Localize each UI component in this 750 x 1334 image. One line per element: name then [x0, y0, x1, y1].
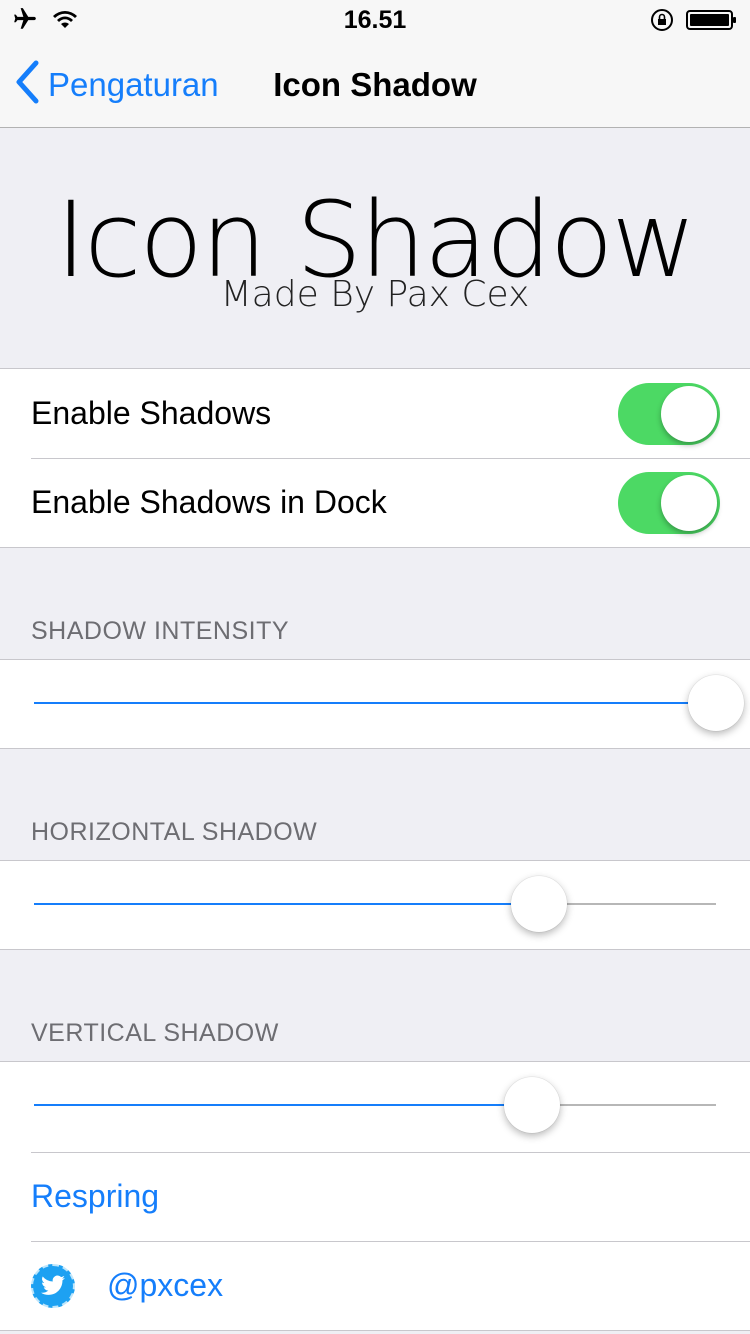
back-label: Pengaturan	[48, 65, 219, 103]
chevron-left-icon	[14, 60, 40, 109]
navigation-bar: Pengaturan Icon Shadow	[0, 40, 750, 128]
vertical-shadow-row	[0, 1062, 750, 1152]
enable-shadows-row: Enable Shadows	[0, 369, 750, 458]
horizontal-shadow-group	[0, 860, 750, 950]
shadow-intensity-slider[interactable]	[34, 675, 744, 731]
vertical-shadow-header: VERTICAL SHADOW	[31, 1019, 279, 1047]
respring-button[interactable]: Respring	[31, 1178, 159, 1215]
vertical-shadow-group: Respring @pxcex	[0, 1061, 750, 1331]
twitter-row[interactable]: @pxcex	[0, 1241, 750, 1330]
respring-row[interactable]: Respring	[0, 1152, 750, 1241]
slider-thumb[interactable]	[510, 876, 567, 932]
enable-shadows-switch[interactable]	[618, 383, 720, 445]
enable-dock-shadows-label: Enable Shadows in Dock	[31, 484, 387, 520]
twitter-link[interactable]: @pxcex	[107, 1267, 223, 1304]
battery-icon	[686, 8, 738, 37]
enable-shadows-label: Enable Shadows	[31, 395, 272, 431]
twitter-icon	[31, 1263, 75, 1308]
switch-knob	[661, 475, 717, 531]
shadow-intensity-header: SHADOW INTENSITY	[31, 617, 290, 645]
slider-thumb[interactable]	[503, 1077, 560, 1133]
banner-subtitle: Made By Pax Cex	[220, 274, 530, 315]
back-button[interactable]: Pengaturan	[14, 60, 219, 109]
status-time: 16.51	[343, 6, 407, 34]
shadow-intensity-group	[0, 659, 750, 749]
horizontal-shadow-header: HORIZONTAL SHADOW	[31, 818, 318, 846]
toggles-group: Enable Shadows Enable Shadows in Dock	[0, 368, 750, 548]
slider-fill	[34, 903, 539, 905]
slider-fill	[34, 1104, 532, 1106]
slider-fill	[34, 702, 716, 704]
vertical-shadow-slider[interactable]	[34, 1077, 716, 1133]
status-bar: 16.51	[0, 0, 750, 40]
switch-knob	[661, 386, 717, 442]
header-banner: Icon Shadow Made By Pax Cex	[0, 129, 750, 368]
horizontal-shadow-slider[interactable]	[34, 876, 716, 932]
rotation-lock-icon	[650, 8, 674, 37]
slider-thumb[interactable]	[688, 675, 744, 731]
enable-dock-shadows-row: Enable Shadows in Dock	[0, 458, 750, 547]
enable-dock-shadows-switch[interactable]	[618, 472, 720, 534]
status-right	[650, 8, 738, 37]
